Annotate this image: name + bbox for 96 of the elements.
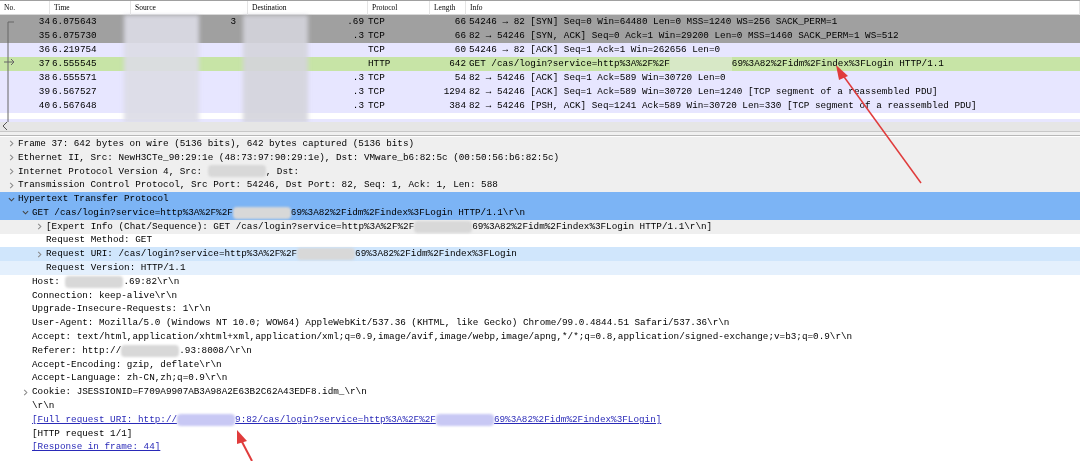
table-cell-text: 1294: [442, 85, 466, 99]
table-cell-text: 6.075643: [51, 15, 98, 29]
table-cell-text: 40: [37, 99, 50, 113]
detail-text: Request URI: /cas/login?service=http%3A%2F%2F: [46, 247, 298, 262]
expand-chevron-icon[interactable]: [35, 223, 43, 231]
table-cell-text: .3: [351, 29, 365, 43]
table-cell-text: TCP: [368, 71, 386, 85]
detail-text: 69%3A82%2Fidm%2Findex%3FLogin: [355, 247, 517, 262]
table-cell-text: 37: [37, 57, 50, 71]
detail-text: Accept-Encoding: gzip, deflate\r\n: [32, 357, 222, 372]
detail-text: Ethernet II, Src: NewH3CTe_90:29:1e (48:73:97:90:29:1e), Dst: VMware_b6:82:5c (00:50:56:b6:82:5c): [18, 150, 560, 165]
detail-text: GET /cas/login?service=http%3A%2F%2F: [32, 205, 233, 220]
redaction-blur: [177, 413, 236, 426]
table-cell-text: .3: [351, 99, 365, 113]
table-cell-text: 66: [453, 29, 466, 43]
expand-chevron-icon[interactable]: [7, 154, 15, 162]
table-cell-text: 3: [229, 15, 237, 29]
table-cell-text: 60: [453, 43, 466, 57]
detail-text: 69%3A82%2Fidm%2Findex%3FLogin HTTP/1.1\r\n: [290, 205, 526, 220]
table-cell-text: 36: [37, 43, 50, 57]
table-cell-text: TCP: [368, 85, 386, 99]
table-cell-text: TCP: [368, 29, 386, 43]
detail-link[interactable]: [Full request URI: http://: [32, 412, 178, 427]
table-cell-text: 6.567527: [51, 85, 98, 99]
detail-text: \r\n: [32, 399, 55, 414]
detail-link[interactable]: 69%3A82%2Fidm%2Findex%3FLogin]: [493, 412, 662, 427]
table-cell-text: 35: [37, 29, 50, 43]
expand-chevron-icon[interactable]: [21, 388, 29, 396]
redaction-blur: [435, 413, 494, 426]
highlighted-row[interactable]: Frame 37: 642 bytes on wire (5136 bits), 642 bytes captured (5136 bits): [0, 137, 1080, 151]
detail-text: [Expert Info (Chat/Sequence): GET /cas/login?service=http%3A%2F%2F: [46, 219, 415, 234]
detail-text: Referer: http://: [32, 343, 122, 358]
detail-text: Frame 37: 642 bytes on wire (5136 bits), 642 bytes captured (5136 bits): [18, 136, 415, 151]
table-cell-text: HTTP: [368, 57, 392, 71]
table-cell-text: TCP: [368, 43, 386, 57]
table-cell-text: 6.075730: [51, 29, 98, 43]
detail-text: Request Version: HTTP/1.1: [46, 261, 186, 276]
detail-text: Cookie: JSESSIONID=F709A9907AB3A98A2E63B2C62A43EDF8.idm_\r\n: [32, 385, 367, 400]
redaction-blur: [232, 206, 291, 219]
redaction-blur: [297, 248, 356, 261]
highlighted-row[interactable]: Hypertext Transfer Protocol: [0, 192, 1080, 206]
detail-text: User-Agent: Mozilla/5.0 (Windows NT 10.0; WOW64) AppleWebKit/537.36 (KHTML, like Gecko) Chrome/99.0.4844.51 Safari/537.36\r\n: [32, 316, 730, 331]
table-cell-text: 642: [448, 57, 466, 71]
table-cell-text: TCP: [368, 99, 386, 113]
table-cell-text: .3: [351, 71, 365, 85]
scroll-left-icon[interactable]: [0, 121, 10, 132]
detail-text: 69%3A82%2Fidm%2Findex%3FLogin HTTP/1.1\r\n]: [472, 219, 713, 234]
redaction-blur: [65, 275, 124, 288]
detail-text: [HTTP request 1/1]: [32, 426, 133, 441]
detail-link[interactable]: [Response in frame: 44]: [32, 440, 161, 455]
detail-text: Hypertext Transfer Protocol: [18, 192, 169, 207]
detail-text: Internet Protocol Version 4, Src:: [18, 164, 204, 179]
table-cell-text: .69: [346, 15, 365, 29]
expand-chevron-icon[interactable]: [7, 168, 15, 175]
info-text: 69%3A82%2Fidm%2Findex%3FLogin HTTP/1.1: [731, 57, 944, 71]
arrow-annotation: [237, 430, 253, 461]
table-cell-text: 6.219754: [51, 43, 98, 57]
table-cell-text: 6.567648: [51, 99, 98, 113]
expand-chevron-icon[interactable]: [35, 250, 43, 258]
detail-text: Request Method: GET: [46, 233, 152, 248]
redaction-blur: [121, 344, 180, 357]
table-cell-text: 384: [448, 99, 466, 113]
detail-text: Transmission Control Protocol, Src Port: 54246, Dst Port: 82, Seq: 1, Ack: 1, Len: 588: [18, 178, 498, 193]
detail-text: Upgrade-Insecure-Requests: 1\r\n: [32, 302, 211, 317]
detail-text: .69:82\r\n: [123, 274, 180, 289]
redaction-blur: [414, 220, 473, 233]
detail-text: , Dst:: [265, 164, 300, 179]
detail-link[interactable]: 9:82/cas/login?service=http%3A%2F%2F: [235, 412, 436, 427]
expand-chevron-icon[interactable]: [7, 181, 15, 189]
detail-text: .93:8008/\r\n: [179, 343, 252, 358]
info-text: 82 → 54246 [ACK] Seq=1 Ack=589 Win=30720 Len=0: [469, 71, 726, 85]
table-cell-text: .3: [351, 85, 365, 99]
info-text: 82 → 54246 [SYN, ACK] Seq=0 Ack=1 Win=29200 Len=0 MSS=1460 SACK_PERM=1 WS=512: [469, 29, 899, 43]
detail-text: Accept-Language: zh-CN,zh;q=0.9\r\n: [32, 371, 228, 386]
highlighted-row[interactable]: Request URI: /cas/login?service=http%3A%2F%2F 69%3A82%2Fidm%2Findex%3FLogin: [0, 247, 1080, 262]
collapse-chevron-icon[interactable]: [21, 209, 29, 217]
highlighted-row[interactable]: Transmission Control Protocol, Src Port: 54246, Dst Port: 82, Seq: 1, Ack: 1, Len: 588: [0, 178, 1080, 193]
detail-text: Connection: keep-alive\r\n: [32, 288, 178, 303]
table-cell-text: 39: [37, 85, 50, 99]
detail-text: Host:: [32, 274, 61, 289]
expand-chevron-icon[interactable]: [7, 140, 15, 148]
table-cell-text: 34: [37, 15, 50, 29]
table-cell-text: 6.555571: [51, 71, 98, 85]
highlighted-row[interactable]: Request Version: HTTP/1.1: [0, 261, 1080, 275]
table-cell-text: 66: [453, 15, 466, 29]
info-text: 54246 → 82 [ACK] Seq=1 Ack=1 Win=262656 Len=0: [469, 43, 721, 57]
table-cell-text: TCP: [368, 15, 386, 29]
table-cell-text: 38: [37, 71, 50, 85]
table-cell-text: 54: [453, 71, 466, 85]
redaction-blur: [669, 57, 732, 71]
detail-text: Accept: text/html,application/xhtml+xml,application/xml;q=0.9,image/avif,image/webp,image/apng,*/*;q=0.8,application/signed-exchange;v=b3;q=0.9\r\n: [32, 330, 853, 345]
table-cell-text: 6.555545: [51, 57, 98, 71]
horizontal-scrollbar[interactable]: [0, 122, 1080, 132]
collapse-chevron-icon[interactable]: [7, 195, 15, 203]
info-text: GET /cas/login?service=http%3A%2F%2F: [469, 57, 670, 71]
info-text: 54246 → 82 [SYN] Seq=0 Win=64480 Len=0 MSS=1240 WS=256 SACK_PERM=1: [469, 15, 838, 29]
